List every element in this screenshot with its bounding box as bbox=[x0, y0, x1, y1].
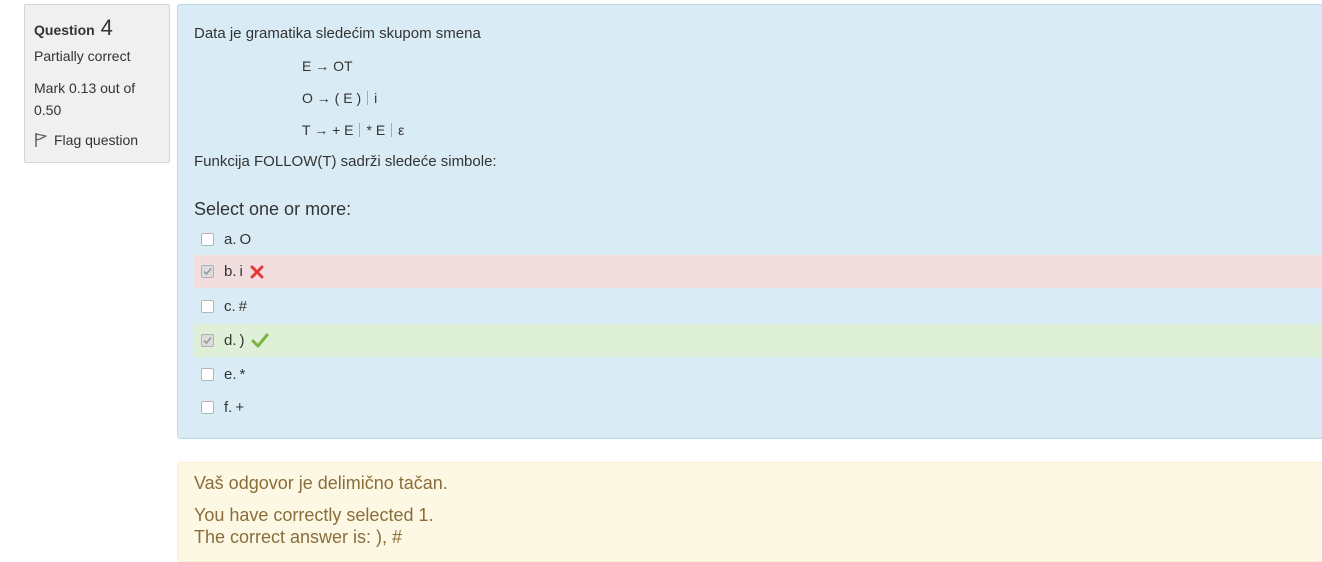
alternative-separator bbox=[367, 91, 369, 105]
option-a-letter: a. bbox=[224, 231, 237, 248]
alternative-separator bbox=[391, 123, 393, 137]
option-b-checkbox[interactable] bbox=[201, 265, 214, 278]
option-c-letter: c. bbox=[224, 298, 236, 315]
question-state: Partially correct bbox=[34, 48, 131, 64]
general-feedback: You have correctly selected 1. The corre… bbox=[194, 504, 433, 548]
answer-option-f[interactable]: f. + bbox=[194, 391, 1322, 424]
grammar-rule-2: O → ( E ) i bbox=[302, 90, 377, 106]
option-b-letter: b. bbox=[224, 263, 237, 280]
option-d-checkbox[interactable] bbox=[201, 334, 214, 347]
question-follow-text: Funkcija FOLLOW(T) sadrži sledeće simbol… bbox=[194, 153, 497, 170]
flag-question-link[interactable]: Flag question bbox=[34, 130, 160, 150]
grammar-rule-1: E → OT bbox=[302, 58, 353, 74]
answer-option-c[interactable]: c. # bbox=[194, 290, 1322, 323]
alternative-separator bbox=[359, 123, 361, 137]
rule-2-part-1: O → ( E ) bbox=[302, 90, 362, 106]
specific-feedback: Vaš odgovor je delimično tačan. bbox=[194, 473, 448, 493]
rule-3-part-1: T → + E bbox=[302, 122, 354, 138]
answer-option-b[interactable]: b. i bbox=[194, 255, 1322, 288]
option-e-text: * bbox=[239, 366, 246, 383]
correctly-selected-count: You have correctly selected 1. bbox=[194, 505, 434, 525]
answer-option-d[interactable]: d.) bbox=[194, 324, 1322, 357]
option-a-text: O bbox=[239, 231, 252, 248]
option-c-checkbox[interactable] bbox=[201, 300, 214, 313]
grade-line-1: Mark 0.13 out of bbox=[34, 80, 136, 96]
question-number-value: 4 bbox=[100, 15, 113, 40]
answer-prompt: Select one or more: bbox=[194, 199, 352, 219]
question-formulation: Data je gramatika sledećim skupom smena … bbox=[177, 4, 1322, 439]
correct-icon bbox=[251, 333, 269, 349]
option-d-text: ) bbox=[239, 332, 245, 349]
option-d-letter: d. bbox=[224, 332, 237, 349]
rule-3-part-3: ε bbox=[398, 122, 405, 138]
option-f-checkbox[interactable] bbox=[201, 401, 214, 414]
checkmark-icon bbox=[203, 267, 212, 276]
feedback-panel: Vaš odgovor je delimično tačan. You have… bbox=[177, 462, 1322, 562]
option-a-checkbox[interactable] bbox=[201, 233, 214, 246]
option-b-text: i bbox=[239, 263, 243, 280]
option-f-text: + bbox=[235, 399, 245, 416]
grammar-rule-3: T → + E * E ε bbox=[302, 122, 404, 138]
flag-icon bbox=[35, 133, 47, 147]
option-e-letter: e. bbox=[224, 366, 237, 383]
option-c-text: # bbox=[238, 298, 248, 315]
question-intro: Data je gramatika sledećim skupom smena bbox=[194, 25, 481, 42]
question-label: Question bbox=[34, 22, 95, 38]
checkmark-icon bbox=[203, 336, 212, 345]
rule-3-part-2: * E bbox=[366, 122, 386, 138]
grade-line-2: 0.50 bbox=[34, 102, 62, 118]
incorrect-icon bbox=[249, 264, 265, 280]
rule-2-part-2: i bbox=[374, 90, 378, 106]
flag-question-label: Flag question bbox=[54, 132, 139, 148]
question-info-panel: Question 4 Partially correct Mark 0.13 o… bbox=[24, 4, 170, 163]
option-e-checkbox[interactable] bbox=[201, 368, 214, 381]
answer-option-e[interactable]: e. * bbox=[194, 358, 1322, 391]
option-f-letter: f. bbox=[224, 399, 233, 416]
question-number: Question 4 bbox=[34, 14, 160, 42]
answer-option-a[interactable]: a. O bbox=[194, 223, 1322, 256]
right-answer: The correct answer is: ), # bbox=[194, 527, 403, 547]
rule-1-part-1: E → OT bbox=[302, 58, 353, 74]
question-grade: Mark 0.13 out of 0.50 bbox=[34, 77, 160, 121]
